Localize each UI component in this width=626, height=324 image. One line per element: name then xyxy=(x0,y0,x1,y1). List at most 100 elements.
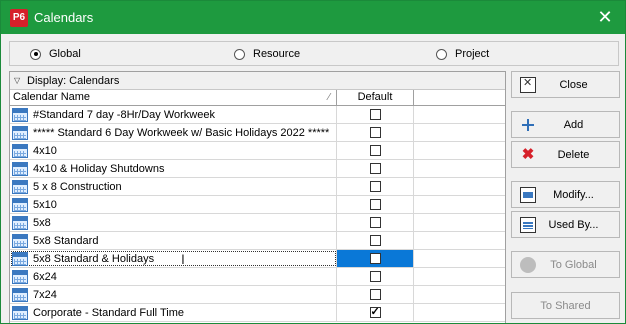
table-row[interactable]: 5x8 Standard xyxy=(10,232,505,250)
used-by-button-label: Used By... xyxy=(548,218,599,231)
default-checkbox[interactable] xyxy=(369,305,381,318)
default-cell xyxy=(337,250,414,267)
chevron-down-icon[interactable]: ▽ xyxy=(14,76,24,85)
modify-window-icon xyxy=(520,186,536,203)
calendar-icon xyxy=(12,305,28,320)
calendar-name-cell[interactable]: 7x24 xyxy=(10,286,337,303)
calendar-name-cell[interactable]: #Standard 7 day -8Hr/Day Workweek xyxy=(10,106,337,123)
calendar-name: 5x8 xyxy=(33,216,51,229)
calendar-name-cell[interactable]: 4x10 & Holiday Shutdowns xyxy=(10,160,337,177)
calendar-icon xyxy=(12,179,28,194)
column-header-default[interactable]: Default xyxy=(337,90,414,105)
default-checkbox[interactable] xyxy=(369,217,381,228)
default-checkbox[interactable] xyxy=(369,289,381,300)
column-header-calendar-name[interactable]: Calendar Name ⁄ xyxy=(10,90,337,105)
display-label: Display: Calendars xyxy=(27,74,120,87)
calendar-name: 7x24 xyxy=(33,288,57,301)
to-global-button[interactable]: To Global xyxy=(511,251,620,278)
radio-project-circle[interactable] xyxy=(436,48,447,60)
default-checkbox[interactable] xyxy=(369,253,381,264)
calendar-name-cell[interactable]: ***** Standard 6 Day Workweek w/ Basic H… xyxy=(10,124,337,141)
globe-icon xyxy=(520,256,536,273)
modify-button-label: Modify... xyxy=(553,188,594,201)
default-cell xyxy=(337,286,414,303)
default-checkbox[interactable] xyxy=(369,235,381,246)
default-cell xyxy=(337,124,414,141)
table-row[interactable]: 5x10 xyxy=(10,196,505,214)
default-cell xyxy=(337,142,414,159)
default-checkbox[interactable] xyxy=(369,127,381,138)
table-row[interactable]: 5 x 8 Construction xyxy=(10,178,505,196)
default-cell xyxy=(337,160,414,177)
calendar-icon xyxy=(12,125,28,140)
calendar-name-cell[interactable]: 5x8 xyxy=(10,214,337,231)
add-button[interactable]: Add xyxy=(511,111,620,138)
calendar-name-cell[interactable]: 5x8 Standard xyxy=(10,232,337,249)
default-checkbox[interactable] xyxy=(369,163,381,174)
table-row[interactable]: 5x8 xyxy=(10,214,505,232)
window-title: Calendars xyxy=(34,10,94,25)
calendar-name-cell[interactable]: 5x8 Standard & Holidays I xyxy=(10,250,337,267)
radio-global[interactable]: Global xyxy=(30,47,81,61)
display-bar[interactable]: ▽ Display: Calendars xyxy=(10,72,505,90)
radio-project[interactable]: Project xyxy=(436,47,489,61)
default-cell xyxy=(337,178,414,195)
calendar-icon xyxy=(12,197,28,212)
table-row[interactable]: 7x24 xyxy=(10,286,505,304)
table-row[interactable]: 5x8 Standard & Holidays I xyxy=(10,250,505,268)
calendar-icon xyxy=(12,233,28,248)
calendars-dialog: P6 Calendars ✕ Global Resource Project ▽… xyxy=(0,0,626,324)
calendar-name: Corporate - Standard Full Time xyxy=(33,306,185,319)
radio-resource[interactable]: Resource xyxy=(234,47,300,61)
radio-global-circle[interactable] xyxy=(30,48,41,60)
default-cell xyxy=(337,268,414,285)
default-checkbox[interactable] xyxy=(369,145,381,156)
grid-header: Calendar Name ⁄ Default xyxy=(10,90,505,106)
table-row[interactable]: 4x10 & Holiday Shutdowns xyxy=(10,160,505,178)
calendar-name: 5x8 Standard & Holidays xyxy=(33,252,155,265)
default-cell xyxy=(337,106,414,123)
close-button[interactable]: Close xyxy=(511,71,620,98)
default-checkbox[interactable] xyxy=(369,199,381,210)
calendar-icon xyxy=(12,269,28,284)
calendar-icon xyxy=(12,251,28,266)
grid-rows: #Standard 7 day -8Hr/Day Workweek ***** S… xyxy=(10,106,505,322)
table-row[interactable]: #Standard 7 day -8Hr/Day Workweek xyxy=(10,106,505,124)
table-row[interactable]: 6x24 xyxy=(10,268,505,286)
calendar-name-cell[interactable]: Corporate - Standard Full Time xyxy=(10,304,337,321)
calendar-name-cell[interactable]: 5 x 8 Construction xyxy=(10,178,337,195)
radio-resource-circle[interactable] xyxy=(234,48,245,60)
calendar-name: 5 x 8 Construction xyxy=(33,180,122,193)
calendar-name-cell[interactable]: 5x10 xyxy=(10,196,337,213)
default-checkbox[interactable] xyxy=(369,109,381,120)
p6-app-icon: P6 xyxy=(10,9,28,27)
delete-button[interactable]: ✖ Delete xyxy=(511,141,620,168)
default-checkbox[interactable] xyxy=(369,181,381,192)
default-checkbox[interactable] xyxy=(369,271,381,282)
used-by-button[interactable]: Used By... xyxy=(511,211,620,238)
calendar-name: 6x24 xyxy=(33,270,57,283)
close-button-label: Close xyxy=(559,78,588,91)
table-row[interactable]: Corporate - Standard Full Time xyxy=(10,304,505,322)
to-global-button-label: To Global xyxy=(550,258,597,271)
column-header-calendar-name-label: Calendar Name xyxy=(13,91,91,103)
calendar-icon xyxy=(12,143,28,158)
table-row[interactable]: 4x10 xyxy=(10,142,505,160)
calendar-name-cell[interactable]: 6x24 xyxy=(10,268,337,285)
plus-icon xyxy=(520,117,536,133)
table-row[interactable]: ***** Standard 6 Day Workweek w/ Basic H… xyxy=(10,124,505,142)
calendar-name: 4x10 xyxy=(33,144,57,157)
calendar-name: 5x10 xyxy=(33,198,57,211)
to-shared-button[interactable]: To Shared xyxy=(511,292,620,319)
calendar-name-cell[interactable]: 4x10 xyxy=(10,142,337,159)
modify-button[interactable]: Modify... xyxy=(511,181,620,208)
calendar-name: 5x8 Standard xyxy=(33,234,99,247)
default-cell xyxy=(337,304,414,321)
calendar-name: #Standard 7 day -8Hr/Day Workweek xyxy=(33,108,215,121)
to-shared-button-label: To Shared xyxy=(540,299,591,312)
column-resize-icon: ⁄ xyxy=(328,92,330,103)
radio-resource-label: Resource xyxy=(253,48,301,60)
window-close-button[interactable]: ✕ xyxy=(595,7,615,27)
text-cursor-icon: I xyxy=(181,251,185,267)
close-window-icon xyxy=(520,76,536,93)
